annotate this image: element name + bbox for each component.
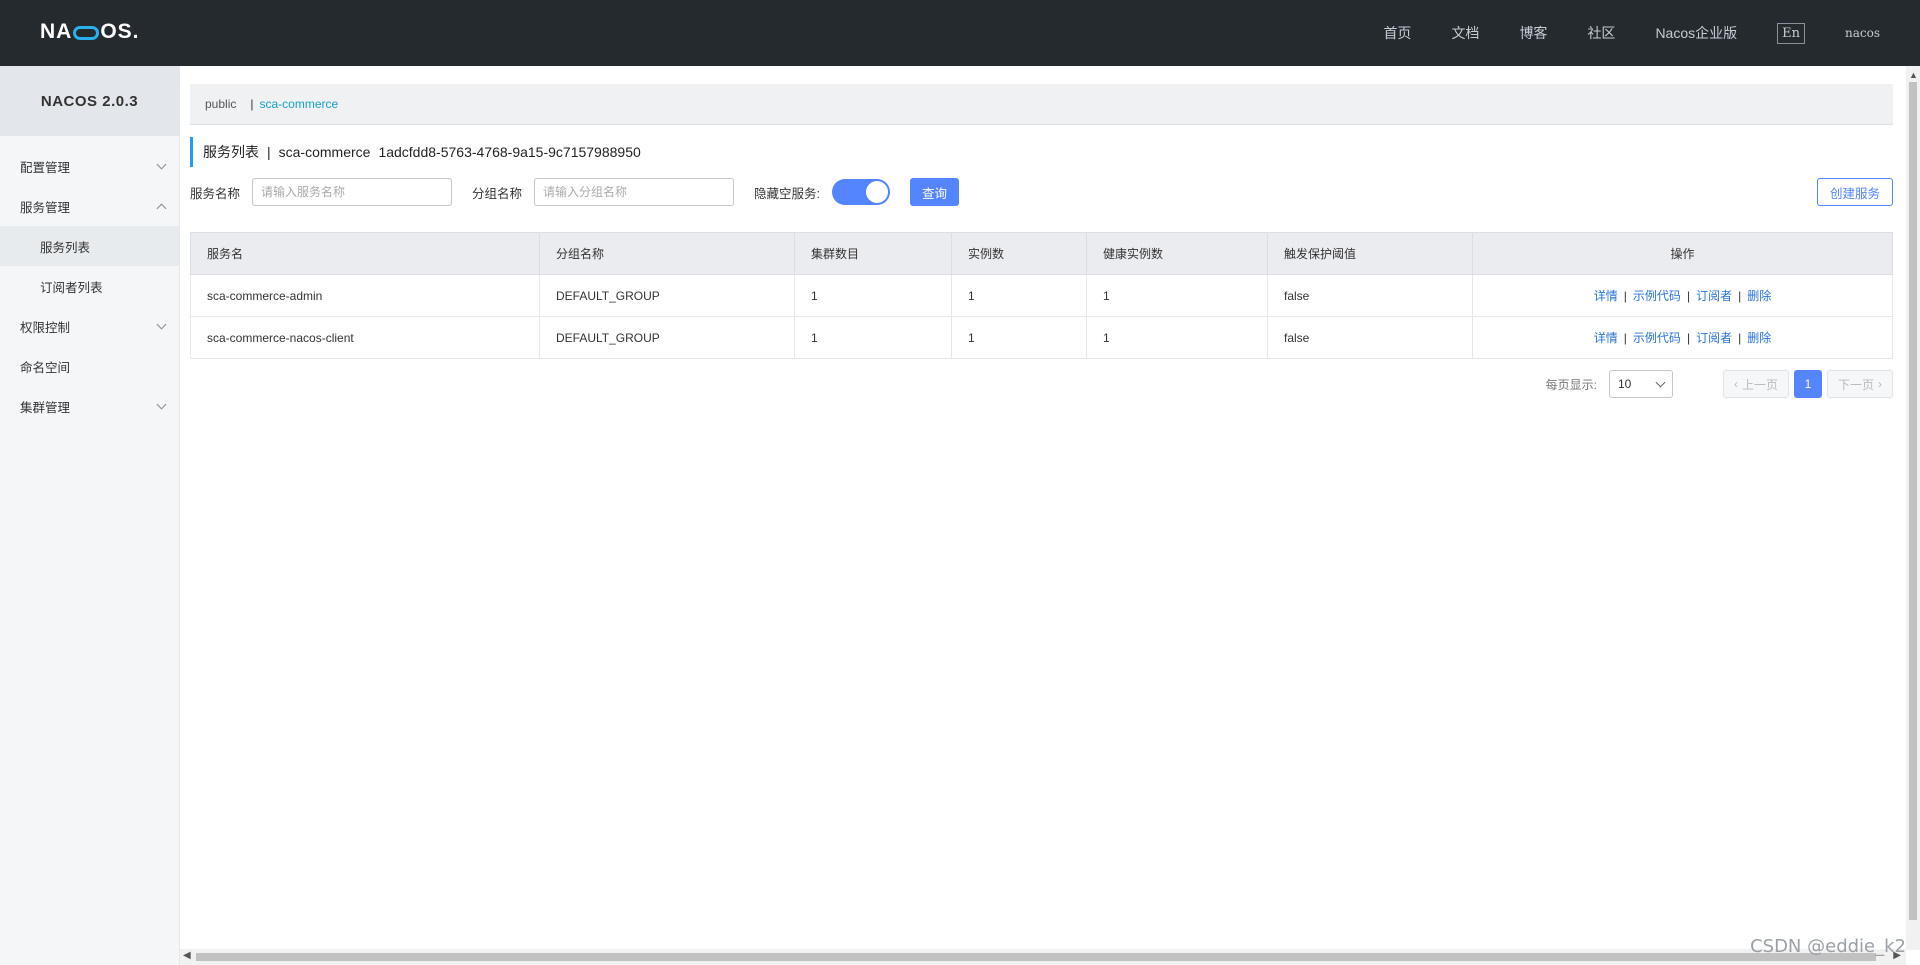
namespace-bar: public | sca-commerce [190,84,1893,125]
nacos-logo[interactable]: NA OS. [40,18,140,46]
next-page-button[interactable]: 下一页 › [1826,370,1893,398]
nav-blog[interactable]: 博客 [1519,23,1547,43]
sidebar-item-cluster[interactable]: 集群管理 [0,386,179,426]
cell-service-name: sca-commerce-nacos-client [190,316,540,359]
cell-protect-threshold: false [1267,274,1473,317]
col-instance-count: 实例数 [951,232,1087,275]
cell-service-name: sca-commerce-admin [190,274,540,317]
sidebar-menu: 配置管理 服务管理 服务列表 订阅者列表 权限控制 命名空间 集群管理 [0,136,179,426]
top-nav-menu: 首页 文档 博客 社区 Nacos企业版 En nacos [1383,0,1920,66]
service-name-label: 服务名称 [190,186,241,201]
chevron-down-icon [1655,377,1666,387]
user-menu[interactable]: nacos [1845,26,1880,40]
horizontal-scroll-thumb[interactable] [196,953,1876,961]
subscriber-link[interactable]: 订阅者 [1696,331,1732,345]
toggle-knob [866,181,889,203]
hide-empty-label: 隐藏空服务: [754,186,821,201]
sidebar-item-service-list[interactable]: 服务列表 [0,226,179,266]
col-protect-threshold: 触发保护阈值 [1267,232,1473,275]
namespace-separator: | [250,97,254,111]
col-cluster-count: 集群数目 [794,232,952,275]
logo-loop-icon [73,26,100,40]
pagination: 每页显示: 10 ‹ 上一页 1 下一页 › [190,370,1893,398]
sidebar-item-config[interactable]: 配置管理 [0,146,179,186]
col-service-name: 服务名 [190,232,540,275]
sidebar-item-namespace[interactable]: 命名空间 [0,346,179,386]
cell-instance-count: 1 [951,274,1087,317]
sample-code-link[interactable]: 示例代码 [1633,289,1681,303]
col-group-name: 分组名称 [539,232,795,275]
cell-cluster-count: 1 [794,274,952,317]
page-1-button[interactable]: 1 [1793,370,1822,398]
detail-link[interactable]: 详情 [1594,331,1618,345]
cell-group-name: DEFAULT_GROUP [539,316,795,359]
table-header-row: 服务名 分组名称 集群数目 实例数 健康实例数 触发保护阈值 操作 [190,232,1893,275]
table-row: sca-commerce-admin DEFAULT_GROUP 1 1 1 f… [190,274,1893,317]
cell-instance-count: 1 [951,316,1087,359]
cell-healthy-count: 1 [1086,316,1268,359]
cell-cluster-count: 1 [794,316,952,359]
language-switch[interactable]: En [1777,22,1805,44]
sample-code-link[interactable]: 示例代码 [1633,331,1681,345]
scroll-up-arrow-icon[interactable]: ▲ [1909,70,1918,80]
table-row: sca-commerce-nacos-client DEFAULT_GROUP … [190,316,1893,359]
create-service-button[interactable]: 创建服务 [1816,178,1893,206]
col-operations: 操作 [1472,232,1893,275]
chevron-right-icon: › [1878,377,1882,391]
sidebar-title: NACOS 2.0.3 [0,66,179,136]
service-name-input[interactable] [252,178,453,206]
nav-community[interactable]: 社区 [1587,23,1615,43]
query-button[interactable]: 查询 [910,178,960,206]
nav-enterprise[interactable]: Nacos企业版 [1655,23,1737,43]
col-healthy-count: 健康实例数 [1086,232,1268,275]
sidebar-item-auth[interactable]: 权限控制 [0,306,179,346]
nav-home[interactable]: 首页 [1383,23,1411,43]
hide-empty-toggle[interactable] [832,179,891,205]
watermark: CSDN @eddie_k2 [1750,936,1906,957]
top-navbar: NA OS. 首页 文档 博客 社区 Nacos企业版 En nacos [0,0,1920,66]
sidebar-item-service-mgmt[interactable]: 服务管理 [0,186,179,226]
main-content: public | sca-commerce 服务列表 | sca-commerc… [190,84,1893,398]
chevron-up-icon [156,203,167,213]
sidebar: NACOS 2.0.3 配置管理 服务管理 服务列表 订阅者列表 权限控制 命名… [0,66,180,965]
delete-link[interactable]: 删除 [1747,289,1771,303]
scroll-left-arrow-icon[interactable]: ◀ [183,950,191,961]
chevron-left-icon: ‹ [1733,377,1738,391]
cell-healthy-count: 1 [1086,274,1268,317]
group-name-label: 分组名称 [472,186,523,201]
horizontal-scrollbar[interactable]: ◀ ▶ [180,949,1906,965]
vertical-scroll-thumb[interactable] [1909,82,1917,920]
service-table: 服务名 分组名称 集群数目 实例数 健康实例数 触发保护阈值 操作 sca-co… [190,232,1893,359]
chevron-down-icon [156,399,167,410]
vertical-scrollbar[interactable]: ▲ [1906,66,1920,950]
cell-operations: 详情 | 示例代码 | 订阅者 | 删除 [1472,274,1893,317]
nav-docs[interactable]: 文档 [1451,23,1479,43]
namespace-public[interactable]: public [205,97,236,111]
subscriber-link[interactable]: 订阅者 [1696,289,1732,303]
cell-operations: 详情 | 示例代码 | 订阅者 | 删除 [1472,316,1893,359]
namespace-id: 1adcfdd8-5763-4768-9a15-9c7157988950 [378,144,641,160]
delete-link[interactable]: 删除 [1747,331,1771,345]
cell-protect-threshold: false [1267,316,1473,359]
filter-bar: 服务名称 分组名称 隐藏空服务: 查询 创建服务 [190,178,1893,206]
page-title: 服务列表 | sca-commerce 1adcfdd8-5763-4768-9… [190,137,1893,167]
cell-group-name: DEFAULT_GROUP [539,274,795,317]
prev-page-button[interactable]: ‹ 上一页 [1722,370,1789,398]
group-name-input[interactable] [534,178,735,206]
per-page-label: 每页显示: [1545,377,1597,392]
sidebar-item-subscriber-list[interactable]: 订阅者列表 [0,266,179,306]
namespace-sca-commerce[interactable]: sca-commerce [259,97,338,111]
detail-link[interactable]: 详情 [1594,289,1618,303]
per-page-select[interactable]: 10 [1608,370,1673,398]
chevron-down-icon [156,159,167,170]
chevron-down-icon [156,319,167,330]
